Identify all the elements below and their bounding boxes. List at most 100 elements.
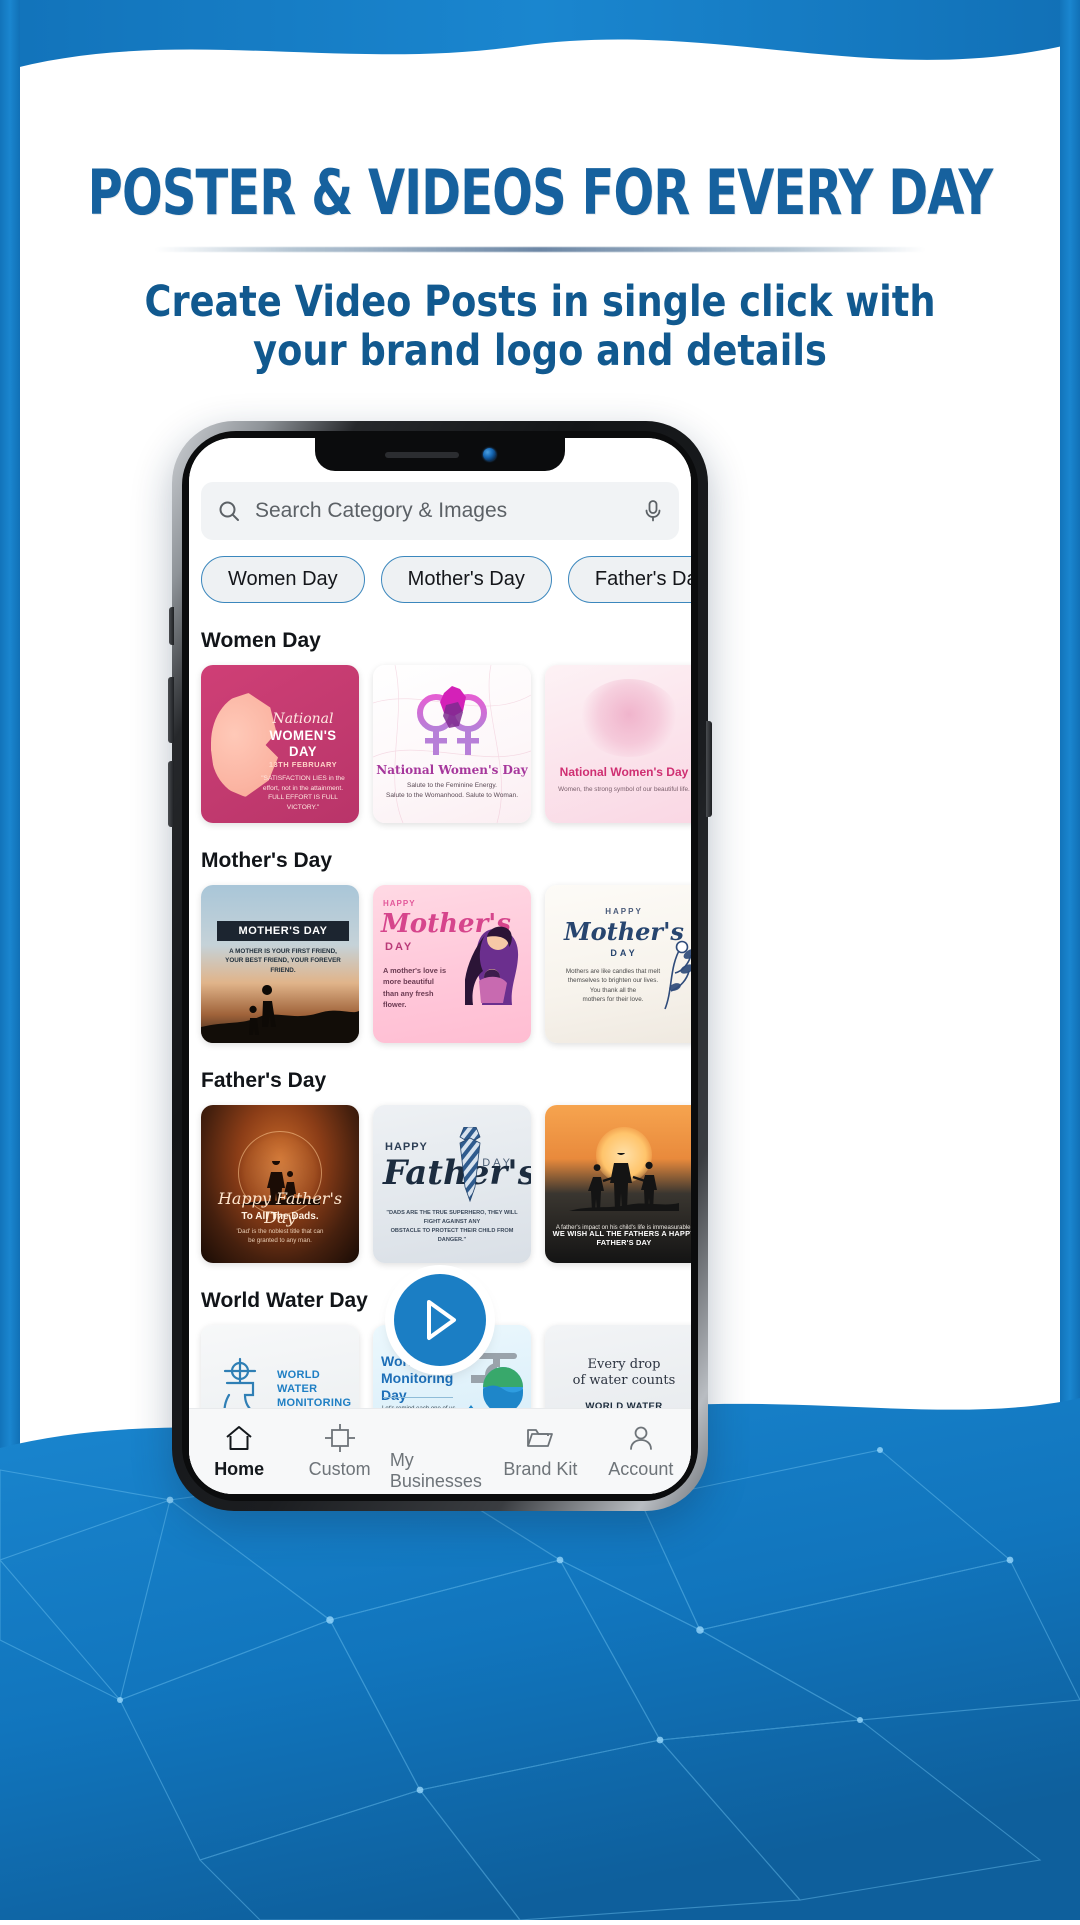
card-sub-line2: be granted to any man.	[248, 1237, 312, 1245]
section-title: Father's Day	[201, 1069, 327, 1092]
card-sub-line2: themselves to brighten our lives.	[567, 977, 659, 985]
section-women-day: Women Day National WOMEN'S DAY 13TH FEBR…	[189, 629, 691, 823]
poster-card[interactable]: HAPPY Mother's DAY A mother's love is mo…	[373, 885, 531, 1043]
phone-volume-down-button	[168, 761, 174, 827]
tab-label: Home	[214, 1458, 265, 1479]
phone-mockup: Search Category & Images Women Day Mothe…	[168, 421, 712, 1511]
card-title-text: WOMEN'S DAY	[269, 727, 337, 759]
section-title: Mother's Day	[201, 849, 333, 872]
faucet-drop-icon	[223, 1357, 257, 1408]
search-placeholder: Search Category & Images	[255, 499, 508, 522]
tab-brand-kit[interactable]: Brand Kit	[490, 1424, 590, 1480]
phone-notch	[315, 438, 565, 471]
bottom-tab-bar[interactable]: Home Custom My Businesses Brand Kit Acco…	[189, 1408, 691, 1494]
card-sub-line3: than any fresh	[383, 988, 434, 998]
tab-home[interactable]: Home	[189, 1424, 289, 1480]
tab-account[interactable]: Account	[591, 1424, 691, 1480]
card-title-text: WE WISH ALL THE FATHERS A HAPPY FATHER'S…	[552, 1229, 691, 1247]
tab-my-businesses[interactable]: My Businesses	[390, 1412, 490, 1492]
tab-label: Account	[608, 1458, 674, 1479]
poster-card[interactable]: WORLD WATER MONITORING DAY Let's remind …	[201, 1325, 359, 1408]
card-eyebrow-text: HAPPY	[385, 1141, 428, 1153]
card-sub-line1: Salute to the Feminine Energy.	[406, 782, 498, 789]
card-sub-line1: A mother's love is	[383, 966, 447, 975]
card-day-text: To All The Dads.	[241, 1211, 319, 1222]
page-subtitle-line1: Create Video Posts in single click with	[144, 277, 936, 327]
card-script-text: National	[272, 711, 334, 727]
poster-card[interactable]: National WOMEN'S DAY 13TH FEBRUARY "SATI…	[201, 665, 359, 823]
crop-icon	[324, 1423, 355, 1452]
poster-card[interactable]: National Women's Day Women, the strong s…	[545, 665, 691, 823]
poster-card[interactable]: A father's impact on his child's life is…	[545, 1105, 691, 1263]
tab-label: Brand Kit	[503, 1458, 578, 1479]
floral-decoration-icon	[664, 940, 691, 1010]
search-icon	[219, 501, 239, 521]
card-eyebrow-text: HAPPY	[605, 907, 643, 916]
poster-card[interactable]: Every drop of water counts WORLD WATER M…	[545, 1325, 691, 1408]
card-quote-line2: effort, not in the attainment.	[262, 784, 344, 792]
content-scroll-area[interactable]: Search Category & Images Women Day Mothe…	[189, 438, 691, 1408]
folder-icon	[527, 1428, 554, 1447]
section-fathers-day: Father's Day Happy Father's Day To All T…	[189, 1069, 691, 1263]
card-sub-line1: 'Dad' is the noblest title that can	[236, 1228, 324, 1235]
poster-card[interactable]: MOTHER'S DAY A MOTHER IS YOUR FIRST FRIE…	[201, 885, 359, 1043]
phone-volume-up-button	[168, 677, 174, 743]
card-quote-line3: FULL EFFORT IS FULL VICTORY."	[268, 794, 338, 811]
card-row[interactable]: Happy Father's Day To All The Dads. 'Dad…	[201, 1105, 691, 1263]
front-camera-icon	[482, 448, 496, 461]
poster-card[interactable]: Happy Father's Day To All The Dads. 'Dad…	[201, 1105, 359, 1263]
phone-screen: Search Category & Images Women Day Mothe…	[189, 438, 691, 1494]
category-chip-list[interactable]: Women Day Mother's Day Father's Day	[189, 540, 691, 603]
mother-child-illustration-icon	[465, 926, 519, 1005]
mother-child-silhouette-icon	[201, 985, 359, 1043]
card-sub-line2: Salute to the Womanhood. Salute to Woman…	[385, 791, 519, 799]
page-title: POSTER & VIDEOS FOR EVERY DAY	[87, 156, 994, 229]
search-input[interactable]: Search Category & Images	[201, 482, 679, 540]
card-sub-line4: flower.	[383, 1000, 407, 1010]
card-quote-line1: "SATISFACTION LIES in the	[261, 775, 345, 782]
app-ui: Search Category & Images Women Day Mothe…	[189, 438, 691, 1494]
microphone-icon[interactable]	[643, 499, 663, 523]
create-video-fab[interactable]	[394, 1274, 486, 1366]
card-title-text: National Women's Day	[559, 765, 689, 779]
title-divider	[0, 247, 1080, 252]
phone-mute-switch	[169, 607, 174, 645]
card-sub-line2: OBSTACLE TO PROTECT THEIR CHILD FROM DAN…	[390, 1227, 514, 1243]
chip-women-day[interactable]: Women Day	[201, 556, 365, 603]
phone-power-button	[706, 721, 712, 817]
necktie-icon	[459, 1127, 481, 1203]
card-eyebrow-text: HAPPY	[383, 899, 416, 908]
home-icon	[226, 1425, 252, 1450]
earpiece-speaker	[384, 451, 459, 458]
card-day-text: DAY	[385, 941, 414, 953]
poster-card[interactable]: HAPPY Father's DAY "DADS ARE THE TRUE SU…	[373, 1105, 531, 1263]
card-title-text: MOTHER'S DAY	[238, 925, 328, 937]
globe-faucet-icon	[468, 1353, 523, 1408]
card-title-line1: WORLD WATER	[277, 1369, 321, 1395]
person-icon	[629, 1426, 652, 1450]
poster-card[interactable]: HAPPY Mother's DAY Mothers are like cand…	[545, 885, 691, 1043]
card-sub-line3: You thank all the	[589, 986, 637, 994]
page-subtitle-line2: your brand logo and details	[253, 326, 827, 377]
poster-card[interactable]: National Women's Day Salute to the Femin…	[373, 665, 531, 823]
family-silhouette-icon	[569, 1153, 679, 1211]
section-mothers-day: Mother's Day MOTHER'S DAY A MOTHER IS YO…	[189, 849, 691, 1043]
word-cloud-decoration	[579, 679, 679, 757]
card-sub-line1: "DADS ARE THE TRUE SUPERHERO, THEY WILL …	[386, 1210, 518, 1225]
card-script-line2: of water counts	[572, 1373, 676, 1389]
card-row[interactable]: MOTHER'S DAY A MOTHER IS YOUR FIRST FRIE…	[201, 885, 691, 1043]
card-sub-line1: Women, the strong symbol of our beautifu…	[558, 786, 690, 793]
card-script-line1: Every drop	[587, 1357, 661, 1372]
page-subtitle: Create Video Posts in single click with …	[27, 277, 1053, 377]
card-sub-line1: A MOTHER IS YOUR FIRST FRIEND,	[229, 948, 337, 955]
play-icon	[427, 1300, 456, 1340]
chip-fathers-day[interactable]: Father's Day	[567, 556, 691, 603]
card-row[interactable]: National WOMEN'S DAY 13TH FEBRUARY "SATI…	[201, 665, 691, 823]
promo-header: POSTER & VIDEOS FOR EVERY DAY Create Vid…	[0, 0, 1080, 377]
tab-custom[interactable]: Custom	[289, 1423, 389, 1480]
card-title-text: National Women's Day	[376, 763, 528, 777]
venus-symbols-icon	[417, 686, 487, 755]
card-title-line1: WORLD WATER	[585, 1401, 663, 1408]
chip-mothers-day[interactable]: Mother's Day	[380, 556, 552, 603]
tab-label: Custom	[308, 1458, 371, 1479]
